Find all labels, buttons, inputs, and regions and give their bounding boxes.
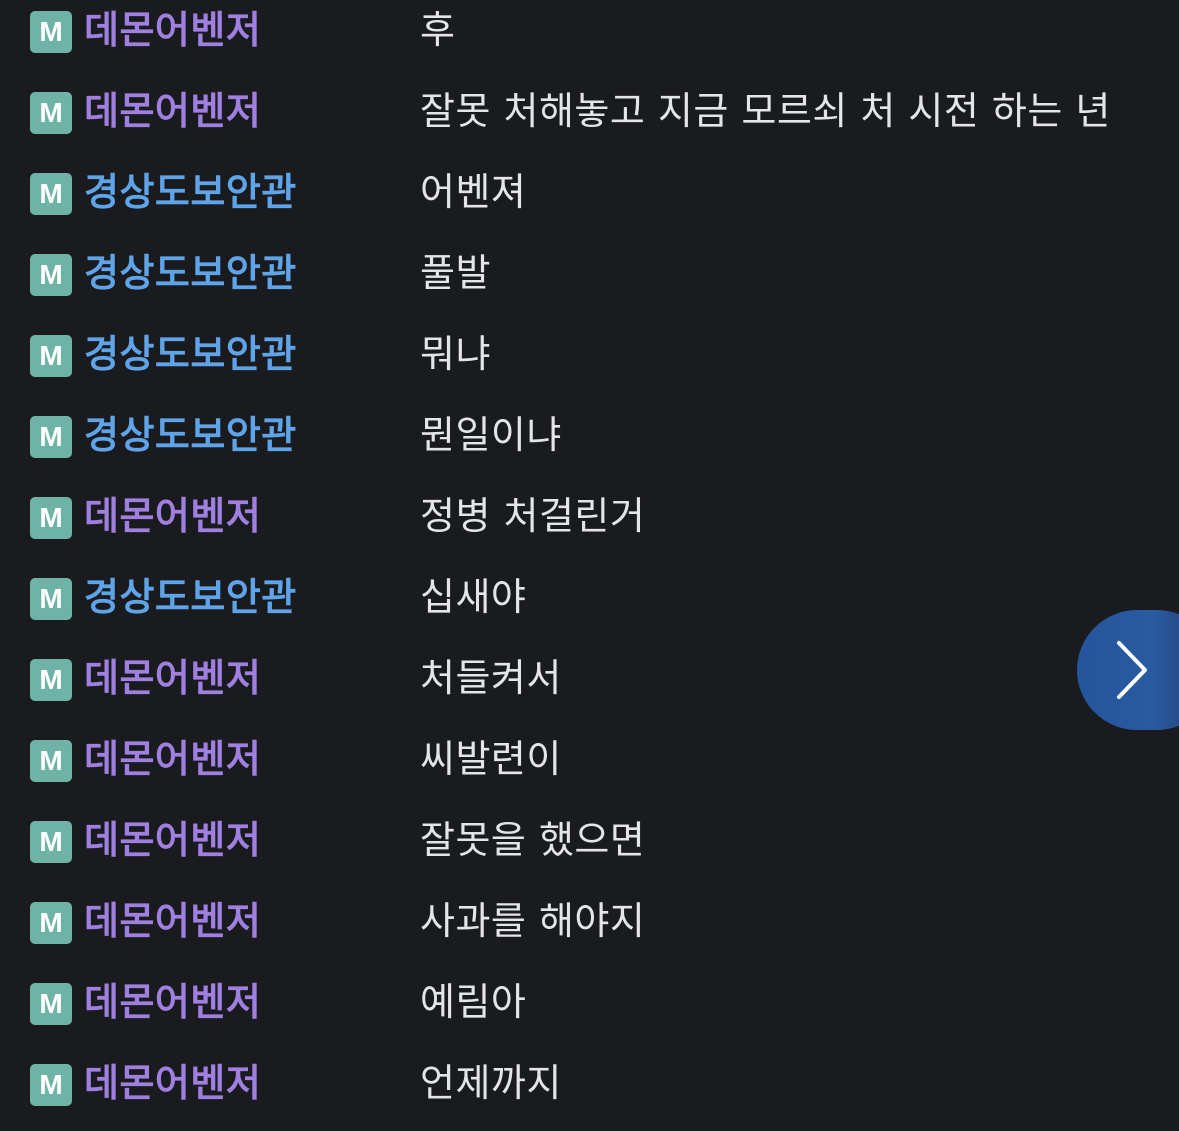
chat-username[interactable]: 데몬어벤저 — [84, 898, 261, 944]
chat-row: M 데몬어벤저 후 — [0, 0, 1179, 78]
member-badge-icon: M — [30, 659, 72, 701]
chat-row: M 경상도보안관 십새야 — [0, 564, 1179, 645]
chat-message-text: 잘못을 했으면 — [420, 818, 646, 862]
member-badge-icon: M — [30, 11, 72, 53]
chat-username[interactable]: 데몬어벤저 — [84, 979, 261, 1025]
member-badge-icon: M — [30, 92, 72, 134]
member-badge-icon: M — [30, 254, 72, 296]
chat-message-list: M 데몬어벤저 후 M 데몬어벤저 잘못 처해놓고 지금 모르쇠 처 시전 하는 년 M 경상… — [0, 0, 1179, 1126]
chat-row: M 경상도보안관 뭔일이냐 — [0, 402, 1179, 483]
chat-row: M 경상도보안관 뭐냐 — [0, 321, 1179, 402]
chat-row: M 데몬어벤저 사과를 해야지 — [0, 888, 1179, 969]
chat-message-text: 풀발 — [420, 251, 491, 295]
member-badge-icon: M — [30, 983, 72, 1025]
chat-username[interactable]: 데몬어벤저 — [84, 817, 261, 863]
member-badge-icon: M — [30, 173, 72, 215]
chat-message-text: 뭔일이냐 — [420, 413, 562, 457]
chat-username[interactable]: 경상도보안관 — [84, 574, 297, 620]
chat-username[interactable]: 데몬어벤저 — [84, 7, 261, 53]
chat-username[interactable]: 데몬어벤저 — [84, 88, 261, 134]
member-badge-icon: M — [30, 416, 72, 458]
chat-row: M 데몬어벤저 잘못 처해놓고 지금 모르쇠 처 시전 하는 년 — [0, 78, 1179, 159]
chat-message-text: 처들켜서 — [420, 656, 562, 700]
chat-username[interactable]: 경상도보안관 — [84, 412, 297, 458]
chat-username[interactable]: 경상도보안관 — [84, 169, 297, 215]
chat-message-text: 뭐냐 — [420, 332, 491, 376]
chat-row: M 데몬어벤저 정병 처걸린거 — [0, 483, 1179, 564]
chat-row: M 경상도보안관 풀발 — [0, 240, 1179, 321]
chat-username[interactable]: 데몬어벤저 — [84, 736, 261, 782]
chat-row: M 데몬어벤저 잘못을 했으면 — [0, 807, 1179, 888]
member-badge-icon: M — [30, 821, 72, 863]
chat-message-text: 십새야 — [420, 575, 527, 619]
chat-row: M 데몬어벤저 언제까지 — [0, 1050, 1179, 1131]
member-badge-icon: M — [30, 497, 72, 539]
chat-username[interactable]: 데몬어벤저 — [84, 655, 261, 701]
chat-username[interactable]: 데몬어벤저 — [84, 1060, 261, 1106]
chat-row: M 경상도보안관 어벤져 — [0, 159, 1179, 240]
chat-message-text: 어벤져 — [420, 170, 527, 214]
chat-message-text: 씨발련이 — [420, 737, 562, 781]
chat-message-text: 잘못 처해놓고 지금 모르쇠 처 시전 하는 년 — [420, 89, 1111, 133]
chat-username[interactable]: 경상도보안관 — [84, 250, 297, 296]
chat-message-text: 언제까지 — [420, 1061, 562, 1105]
chat-row: M 데몬어벤저 처들켜서 — [0, 645, 1179, 726]
chat-message-text: 사과를 해야지 — [420, 899, 646, 943]
member-badge-icon: M — [30, 740, 72, 782]
chevron-right-icon — [1117, 641, 1147, 699]
chat-row: M 데몬어벤저 씨발련이 — [0, 726, 1179, 807]
member-badge-icon: M — [30, 578, 72, 620]
chat-username[interactable]: 데몬어벤저 — [84, 493, 261, 539]
member-badge-icon: M — [30, 335, 72, 377]
chat-message-text: 예림아 — [420, 980, 527, 1024]
chat-message-text: 정병 처걸린거 — [420, 494, 646, 538]
chat-message-text: 후 — [420, 8, 456, 52]
chat-username[interactable]: 경상도보안관 — [84, 331, 297, 377]
member-badge-icon: M — [30, 902, 72, 944]
member-badge-icon: M — [30, 1064, 72, 1106]
chat-row: M 데몬어벤저 예림아 — [0, 969, 1179, 1050]
